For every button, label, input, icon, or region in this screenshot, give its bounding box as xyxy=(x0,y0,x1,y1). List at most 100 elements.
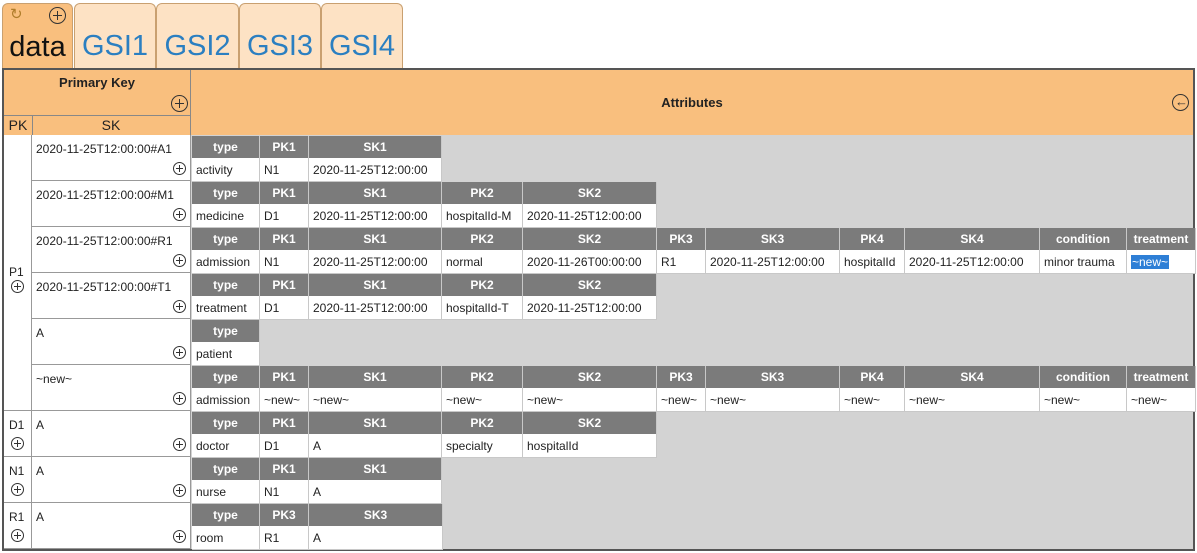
attribute-name: PK1 xyxy=(260,228,308,251)
attribute-value-input[interactable]: room xyxy=(192,527,259,550)
sk-cell[interactable]: A xyxy=(32,411,191,457)
attribute-value-input[interactable]: R1 xyxy=(260,527,308,550)
tab-gsi2[interactable]: GSI2 xyxy=(156,3,239,69)
attribute-value-input[interactable]: patient xyxy=(192,343,259,366)
attribute-value-input[interactable]: minor trauma xyxy=(1040,251,1126,274)
back-arrow-circle-icon[interactable]: ← xyxy=(1172,94,1189,111)
add-circle-icon[interactable] xyxy=(173,254,186,267)
attribute-value-input[interactable]: A xyxy=(309,481,441,504)
attribute-value-input[interactable]: hospitalId-T xyxy=(442,297,522,320)
attribute-column: SK1 A xyxy=(309,412,442,458)
attribute-value-input[interactable]: activity xyxy=(192,159,259,182)
attribute-value-input[interactable]: 2020-11-25T12:00:00 xyxy=(309,297,441,320)
attribute-column: SK2 2020-11-25T12:00:00 xyxy=(523,274,657,320)
attribute-value-input[interactable]: ~new~ xyxy=(706,389,839,412)
attribute-column: PK3 ~new~ xyxy=(657,366,706,412)
attribute-name: type xyxy=(192,458,259,481)
attribute-value-input[interactable]: nurse xyxy=(192,481,259,504)
selected-value[interactable]: ~new~ xyxy=(1131,255,1170,269)
attribute-column: SK2 2020-11-26T00:00:00 xyxy=(523,228,657,274)
add-circle-icon[interactable] xyxy=(11,529,24,542)
add-circle-icon[interactable] xyxy=(171,95,188,112)
attribute-value-input[interactable]: 2020-11-25T12:00:00 xyxy=(706,251,839,274)
pk-cell[interactable]: N1 xyxy=(4,457,32,503)
attribute-column: PK2 specialty xyxy=(442,412,523,458)
attribute-name: SK3 xyxy=(706,366,839,389)
pk-cell[interactable]: R1 xyxy=(4,503,32,549)
attribute-name: SK1 xyxy=(309,458,441,481)
attribute-value-input[interactable]: N1 xyxy=(260,481,308,504)
attribute-value-input[interactable]: ~new~ xyxy=(657,389,705,412)
attribute-value-input[interactable]: ~new~ xyxy=(840,389,904,412)
attribute-value-input[interactable]: specialty xyxy=(442,435,522,458)
sk-cell[interactable]: 2020-11-25T12:00:00#T1 xyxy=(32,273,191,319)
attribute-value-input[interactable]: N1 xyxy=(260,159,308,182)
add-circle-icon[interactable] xyxy=(173,392,186,405)
attribute-value-input[interactable]: 2020-11-25T12:00:00 xyxy=(309,251,441,274)
attribute-value-input[interactable]: D1 xyxy=(260,297,308,320)
add-circle-icon[interactable] xyxy=(49,7,66,24)
attribute-value-input[interactable]: ~new~ xyxy=(1040,389,1126,412)
attribute-value-input[interactable]: hospitalId xyxy=(840,251,904,274)
pk-cell[interactable]: P1 xyxy=(4,135,32,411)
attribute-value-input[interactable]: 2020-11-25T12:00:00 xyxy=(905,251,1039,274)
attribute-name: treatment xyxy=(1127,366,1195,389)
attribute-value-input[interactable]: N1 xyxy=(260,251,308,274)
attribute-value-input[interactable]: D1 xyxy=(260,435,308,458)
attribute-value-input[interactable]: ~new~ xyxy=(905,389,1039,412)
attribute-value-input[interactable]: ~new~ xyxy=(1127,251,1195,274)
attribute-value-input[interactable]: D1 xyxy=(260,205,308,228)
tab-gsi3[interactable]: GSI3 xyxy=(239,3,321,69)
attribute-value-input[interactable]: hospitalId-M xyxy=(442,205,522,228)
sk-cell[interactable]: 2020-11-25T12:00:00#R1 xyxy=(32,227,191,273)
attribute-value-input[interactable]: hospitalId xyxy=(523,435,656,458)
add-circle-icon[interactable] xyxy=(173,162,186,175)
add-circle-icon[interactable] xyxy=(11,280,24,293)
sk-cell[interactable]: A xyxy=(32,503,191,549)
attribute-column: SK3 A xyxy=(309,504,443,550)
attribute-value-input[interactable]: R1 xyxy=(657,251,705,274)
sk-cell[interactable]: 2020-11-25T12:00:00#M1 xyxy=(32,181,191,227)
attribute-column: PK4 hospitalId xyxy=(840,228,905,274)
attribute-value-input[interactable]: 2020-11-25T12:00:00 xyxy=(523,297,656,320)
sk-cell[interactable]: A xyxy=(32,319,191,365)
add-circle-icon[interactable] xyxy=(173,438,186,451)
add-circle-icon[interactable] xyxy=(173,208,186,221)
attribute-column: PK1 ~new~ xyxy=(260,366,309,412)
attribute-value-input[interactable]: 2020-11-26T00:00:00 xyxy=(523,251,656,274)
attribute-value-input[interactable]: normal xyxy=(442,251,522,274)
sk-cell[interactable]: A xyxy=(32,457,191,503)
add-circle-icon[interactable] xyxy=(11,483,24,496)
attribute-value-input[interactable]: doctor xyxy=(192,435,259,458)
pk-cell[interactable]: D1 xyxy=(4,411,32,457)
attribute-value-input[interactable]: A xyxy=(309,527,442,550)
attribute-value-input[interactable]: ~new~ xyxy=(309,389,441,412)
attribute-value-input[interactable]: treatment xyxy=(192,297,259,320)
add-circle-icon[interactable] xyxy=(11,437,24,450)
tab-gsi4[interactable]: GSI4 xyxy=(321,3,403,69)
attribute-value-input[interactable]: 2020-11-25T12:00:00 xyxy=(523,205,656,228)
attribute-name: PK2 xyxy=(442,412,522,435)
attribute-value-input[interactable]: admission xyxy=(192,251,259,274)
sk-value: A xyxy=(36,464,45,478)
tab-gsi1[interactable]: GSI1 xyxy=(74,3,156,69)
attribute-column: type doctor xyxy=(192,412,260,458)
sk-cell[interactable]: ~new~ xyxy=(32,365,191,411)
attribute-value-input[interactable]: A xyxy=(309,435,441,458)
attribute-value-input[interactable]: ~new~ xyxy=(260,389,308,412)
tab-label: GSI1 xyxy=(81,30,149,62)
attribute-value-input[interactable]: 2020-11-25T12:00:00 xyxy=(309,159,441,182)
attribute-value-input[interactable]: ~new~ xyxy=(523,389,656,412)
attribute-value-input[interactable]: admission xyxy=(192,389,259,412)
attribute-value-input[interactable]: ~new~ xyxy=(442,389,522,412)
sk-cell[interactable]: 2020-11-25T12:00:00#A1 xyxy=(32,135,191,181)
add-circle-icon[interactable] xyxy=(173,530,186,543)
attribute-value-input[interactable]: ~new~ xyxy=(1127,389,1195,412)
attribute-value-input[interactable]: medicine xyxy=(192,205,259,228)
attribute-value-input[interactable]: 2020-11-25T12:00:00 xyxy=(309,205,441,228)
add-circle-icon[interactable] xyxy=(173,300,186,313)
tab-data[interactable]: ↻ data xyxy=(2,3,73,70)
add-circle-icon[interactable] xyxy=(173,346,186,359)
add-circle-icon[interactable] xyxy=(173,484,186,497)
sync-icon[interactable]: ↻ xyxy=(10,7,23,23)
